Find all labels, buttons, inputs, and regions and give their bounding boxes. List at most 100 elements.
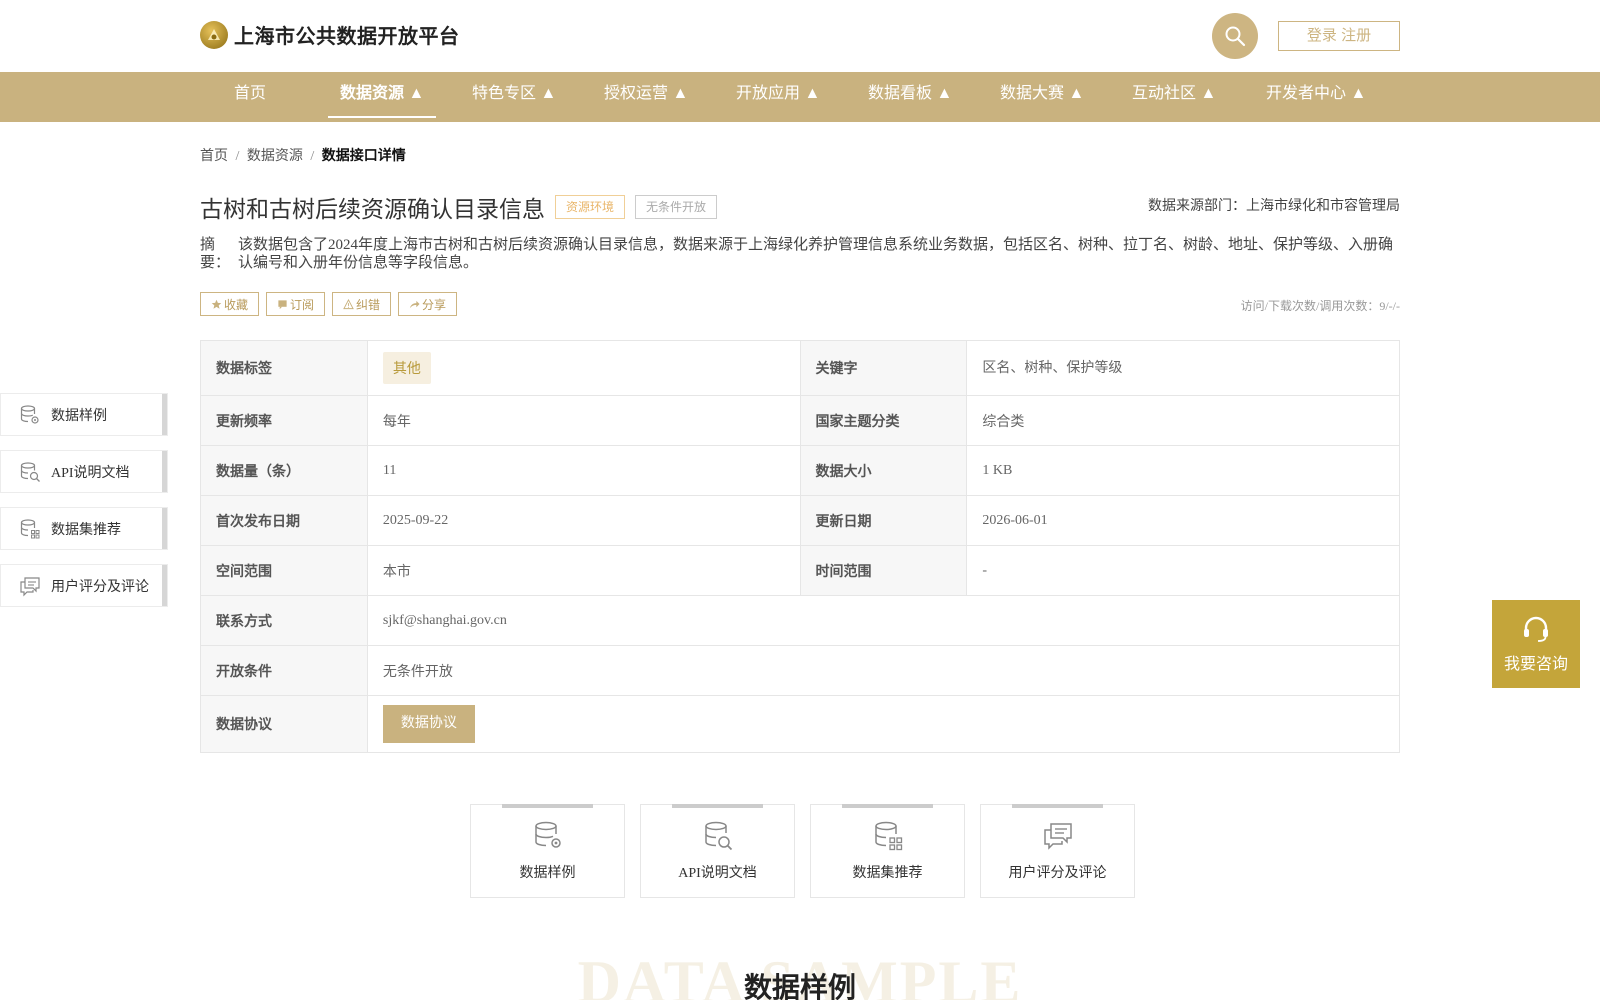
dataset-title-row: 古树和古树后续资源确认目录信息 资源环境 无条件开放 [200,190,718,224]
dataset-title: 古树和古树后续资源确认目录信息 [200,196,545,222]
table-value: 每年 [366,395,801,446]
card-label: 用户评分及评论 [1008,866,1107,881]
card-label: API说明文档 [678,866,757,881]
bookmark-icon [278,299,287,309]
side-item-api-doc[interactable]: API说明文档 [0,450,168,493]
table-key: 数据量（条） [200,445,368,496]
comment-icon [20,576,40,596]
nav-item-special-zones[interactable]: 特色专区 ▲ [472,72,556,122]
table-row: 联系方式 sjkf@shanghai.gov.cn [200,595,1401,646]
visit-download-count: 访问/下载次数/调用次数：9/-/- [1240,299,1400,313]
star-icon [211,299,222,309]
card-label: 数据集推荐 [852,866,923,881]
table-value: 本市 [366,545,801,596]
feature-cards: 数据样例 API说明文档 数据集推荐 用户评分及评论 [470,804,1135,898]
table-key: 时间范围 [799,545,968,596]
comment-icon [1043,823,1072,850]
breadcrumb-current: 数据接口详情 [321,149,406,164]
side-nav: 数据样例 API说明文档 数据集推荐 用户评分及评论 [0,393,168,621]
correct-button[interactable]: 纠错 [332,292,392,316]
table-key: 开放条件 [200,645,368,696]
consult-button[interactable]: 我要咨询 [1492,600,1580,688]
dataset-summary: 摘 要： 该数据包含了2024年度上海市古树和古树后续资源确认目录信息，数据来源… [200,236,1400,272]
table-value: 2025-09-22 [366,495,801,546]
table-key: 数据标签 [200,340,368,396]
headset-icon [1524,616,1548,642]
table-value: 数据协议 [366,695,1401,753]
consult-label: 我要咨询 [1503,656,1568,673]
side-item-label: 用户评分及评论 [51,579,149,595]
side-item-label: API说明文档 [51,465,130,481]
table-value: 综合类 [966,395,1400,446]
data-agreement-button[interactable]: 数据协议 [382,705,475,743]
nav-item-authorized-operation[interactable]: 授权运营 ▲ [604,72,688,122]
card-review[interactable]: 用户评分及评论 [980,804,1135,898]
logo-emblem-icon [200,20,228,49]
table-key: 更新频率 [200,395,368,446]
main-nav: 首页 数据资源 ▲ 特色专区 ▲ 授权运营 ▲ 开放应用 ▲ 数据看板 ▲ 数据… [0,72,1600,122]
nav-item-home[interactable]: 首页 [234,72,266,122]
table-value: 区名、树种、保护等级 [966,340,1400,396]
table-value: 其他 [366,340,801,396]
card-label: 数据样例 [519,866,576,881]
table-row: 更新频率 每年 国家主题分类 综合类 [200,395,1400,446]
contact-email: sjkf@shanghai.gov.cn [366,595,1401,646]
table-key: 更新日期 [799,495,968,546]
subscribe-button[interactable]: 订阅 [266,292,326,316]
side-item-recommend[interactable]: 数据集推荐 [0,507,168,550]
warning-icon [343,298,354,309]
table-key: 数据大小 [799,445,968,496]
table-key: 空间范围 [200,545,368,596]
card-api-doc[interactable]: API说明文档 [640,804,795,898]
breadcrumb-home[interactable]: 首页 [200,149,228,164]
subscribe-label: 订阅 [290,297,315,312]
table-row: 数据标签 其他 关键字 区名、树种、保护等级 [200,340,1400,396]
card-recommend[interactable]: 数据集推荐 [810,804,965,898]
search-button[interactable] [1212,13,1258,59]
database-grid-icon [874,821,902,851]
table-value: - [966,545,1400,596]
table-value: 无条件开放 [366,645,1401,696]
data-label-chip[interactable]: 其他 [382,352,431,384]
nav-item-open-apps[interactable]: 开放应用 ▲ [736,72,820,122]
share-icon [409,300,420,308]
summary-text: 该数据包含了2024年度上海市古树和古树后续资源确认目录信息，数据来源于上海绿化… [238,237,1394,271]
table-key: 数据协议 [200,695,368,753]
nav-item-data-resources[interactable]: 数据资源 ▲ [327,72,437,122]
correct-label: 纠错 [356,297,381,312]
database-gear-icon [534,821,561,848]
site-logo[interactable]: 上海市公共数据开放平台 [200,20,460,49]
side-item-label: 数据样例 [51,408,107,424]
login-register-button[interactable]: 登录 注册 [1278,21,1400,51]
table-key: 关键字 [799,340,968,396]
table-key: 国家主题分类 [799,395,968,446]
side-item-label: 数据集推荐 [51,522,121,538]
database-search-icon [704,821,732,851]
side-item-review[interactable]: 用户评分及评论 [0,564,168,607]
share-button[interactable]: 分享 [398,292,458,316]
table-value: 2026-06-01 [966,495,1400,546]
table-row: 开放条件 无条件开放 [200,645,1401,696]
nav-item-developer-center[interactable]: 开发者中心 ▲ [1266,72,1366,122]
breadcrumb-data-resources[interactable]: 数据资源 [247,149,303,164]
nav-item-data-dashboard[interactable]: 数据看板 ▲ [868,72,952,122]
table-value: 1 KB [966,445,1400,496]
site-title: 上海市公共数据开放平台 [234,26,460,48]
side-item-sample[interactable]: 数据样例 [0,393,168,436]
search-icon [1225,26,1246,47]
table-row: 数据协议 数据协议 [200,695,1401,753]
database-search-icon [20,461,40,482]
site-header: 上海市公共数据开放平台 登录 注册 [0,0,1600,72]
favorite-label: 收藏 [224,297,249,312]
card-sample[interactable]: 数据样例 [470,804,625,898]
favorite-button[interactable]: 收藏 [200,292,260,316]
nav-item-data-contest[interactable]: 数据大赛 ▲ [1000,72,1084,122]
dataset-actions: 收藏 订阅 纠错 分享 [200,292,458,316]
nav-item-community[interactable]: 互动社区 ▲ [1132,72,1216,122]
summary-label: 摘 要： [200,237,231,271]
share-label: 分享 [422,297,447,312]
table-key: 首次发布日期 [200,495,368,546]
database-gear-icon [20,404,39,424]
table-key: 联系方式 [200,595,368,646]
dataset-info-table: 数据标签 其他 关键字 区名、树种、保护等级 更新频率 每年 国家主题分类 综合… [200,340,1401,753]
